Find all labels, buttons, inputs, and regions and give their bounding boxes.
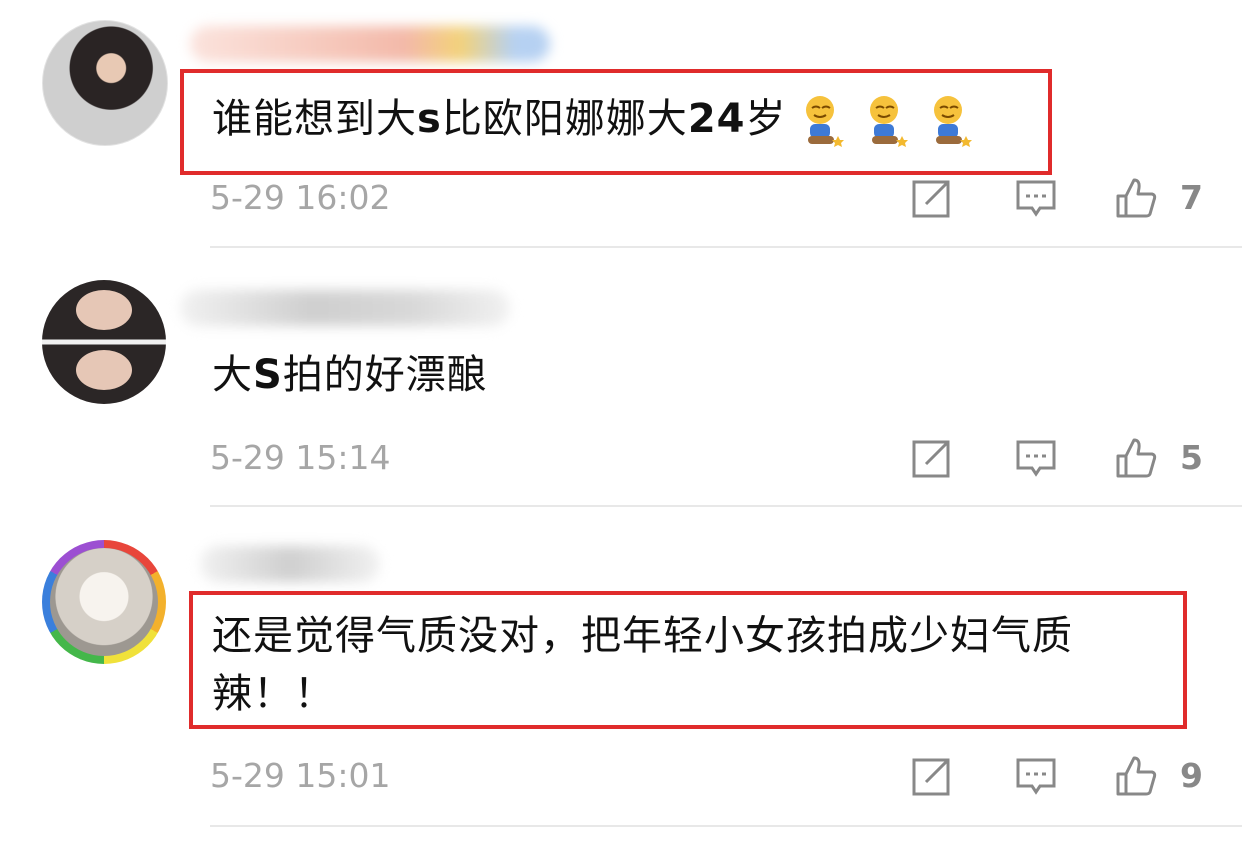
kneeling-emoji-icon	[798, 94, 845, 148]
comment-timestamp: 5-29 15:14	[210, 438, 391, 477]
kneeling-emoji-icon	[862, 94, 909, 148]
share-icon[interactable]	[910, 754, 954, 798]
kneeling-emoji-icon	[926, 94, 973, 148]
like-count: 7	[1180, 178, 1203, 217]
divider	[210, 505, 1242, 507]
divider	[210, 246, 1242, 248]
avatar[interactable]	[42, 540, 166, 664]
divider	[210, 825, 1242, 827]
comment-timestamp: 5-29 15:01	[210, 756, 391, 795]
comment-text: 大S拍的好漂酿	[212, 352, 488, 398]
avatar[interactable]	[42, 20, 168, 146]
comment-timestamp: 5-29 16:02	[210, 178, 391, 217]
share-icon[interactable]	[910, 176, 954, 220]
comment-icon[interactable]	[1014, 176, 1058, 220]
thumbs-up-icon[interactable]	[1114, 436, 1158, 480]
like-count: 5	[1180, 438, 1203, 477]
comment-text: 还是觉得气质没对，把年轻小女孩拍成少妇气质 辣！！	[212, 613, 1073, 717]
avatar[interactable]	[42, 280, 166, 404]
thumbs-up-icon[interactable]	[1114, 754, 1158, 798]
comment-actions: 5	[910, 436, 1210, 484]
share-icon[interactable]	[910, 436, 954, 480]
comment-icon[interactable]	[1014, 436, 1058, 480]
like-count: 9	[1180, 756, 1203, 795]
username-blurred[interactable]	[200, 546, 380, 582]
thumbs-up-icon[interactable]	[1114, 176, 1158, 220]
comment-icon[interactable]	[1014, 754, 1058, 798]
comment-actions: 9	[910, 754, 1210, 802]
comment-text: 谁能想到大s比欧阳娜娜大24岁	[212, 90, 973, 148]
comment-actions: 7	[910, 176, 1210, 224]
username-blurred[interactable]	[180, 290, 510, 326]
username-blurred[interactable]	[190, 26, 550, 62]
comment-item: 谁能想到大s比欧阳娜娜大24岁 5-29 16:02 7	[0, 0, 1242, 250]
cat-avatar-image	[50, 548, 158, 656]
